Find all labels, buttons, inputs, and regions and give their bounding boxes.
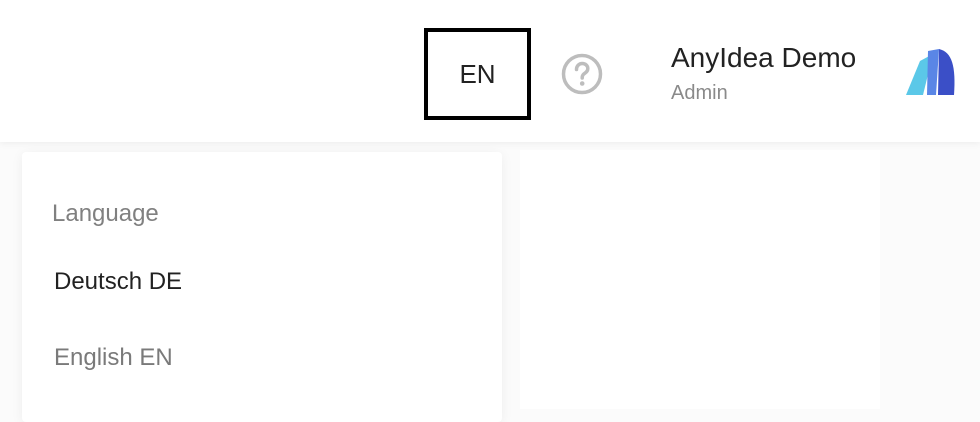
language-dropdown: Language Deutsch DE English EN: [22, 152, 502, 422]
top-bar: EN AnyIdea Demo Admin: [0, 0, 980, 142]
language-option-de[interactable]: Deutsch DE: [54, 268, 182, 296]
language-button[interactable]: EN: [424, 28, 531, 120]
user-role: Admin: [671, 82, 728, 104]
language-option-en[interactable]: English EN: [54, 344, 173, 372]
language-menu-title: Language: [52, 200, 159, 227]
language-button-label: EN: [459, 58, 496, 89]
user-info[interactable]: AnyIdea Demo Admin: [671, 40, 856, 106]
content-panel: [520, 150, 880, 409]
anyidea-logo-icon[interactable]: [906, 48, 956, 100]
question-circle-icon[interactable]: [560, 52, 604, 96]
user-name: AnyIdea Demo: [671, 42, 857, 73]
